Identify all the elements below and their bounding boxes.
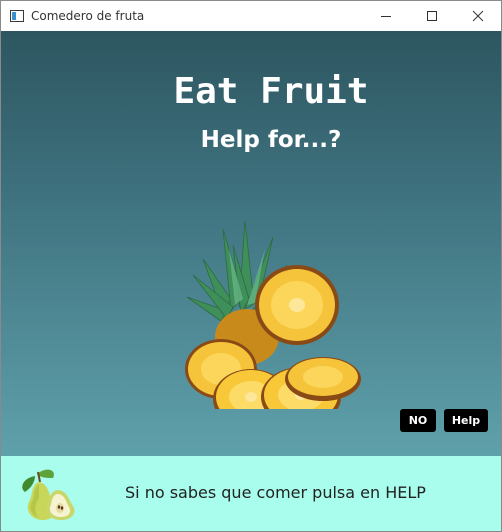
close-icon xyxy=(472,10,484,22)
app-window: Comedero de fruta Eat Fruit Help for...?… xyxy=(0,0,502,532)
minimize-icon xyxy=(381,16,391,17)
window-controls xyxy=(363,1,501,31)
no-button[interactable]: NO xyxy=(400,409,436,432)
app-window-icon xyxy=(10,10,24,22)
minimize-button[interactable] xyxy=(363,1,409,31)
footer-message: Si no sabes que comer pulsa en HELP xyxy=(125,483,426,502)
title-bar[interactable]: Comedero de fruta xyxy=(1,1,501,31)
page-title: Eat Fruit xyxy=(173,71,369,112)
pineapple-image xyxy=(185,220,361,409)
maximize-button[interactable] xyxy=(409,1,455,31)
maximize-icon xyxy=(427,11,437,21)
window-title: Comedero de fruta xyxy=(31,9,145,23)
close-button[interactable] xyxy=(455,1,501,31)
help-button[interactable]: Help xyxy=(444,409,488,432)
main-panel: Eat Fruit Help for...? NO Help xyxy=(1,31,501,456)
footer-bar: Si no sabes que comer pulsa en HELP xyxy=(1,456,501,531)
page-subtitle: Help for...? xyxy=(200,127,342,153)
pear-image xyxy=(22,469,75,520)
